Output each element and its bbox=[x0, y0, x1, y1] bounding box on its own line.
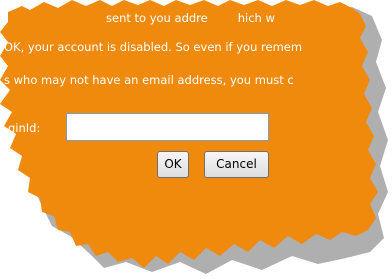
notice-line-2: OK, your account is disabled. So even if… bbox=[4, 40, 303, 54]
notice-line-1: sent to you addre hich w bbox=[106, 11, 275, 25]
login-id-input[interactable] bbox=[66, 113, 269, 141]
cancel-button[interactable]: Cancel bbox=[204, 151, 269, 178]
torn-paper-dialog: sent to you addre hich w OK, your account… bbox=[0, 0, 392, 279]
notice-line-1-part-b: addre bbox=[174, 11, 208, 25]
login-id-label: ginId: bbox=[8, 121, 41, 135]
ok-button[interactable]: OK bbox=[157, 151, 189, 178]
notice-line-1-part-a: sent to you bbox=[106, 11, 171, 25]
notice-line-1-part-c: hich w bbox=[237, 11, 275, 25]
notice-line-3: s who may not have an email address, you… bbox=[4, 73, 294, 87]
